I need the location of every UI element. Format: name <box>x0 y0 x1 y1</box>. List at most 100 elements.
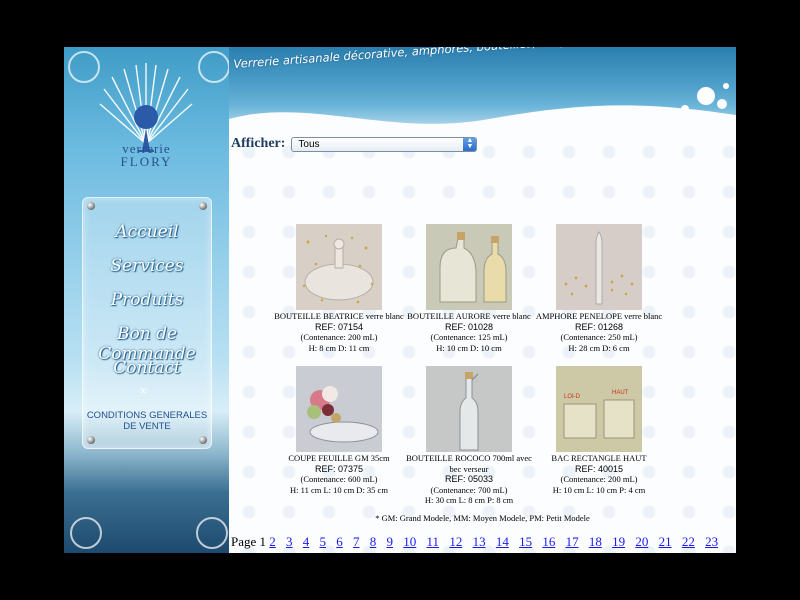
product-dimensions: H: 30 cm L: 8 cm P: 8 cm <box>424 495 514 505</box>
product-image[interactable] <box>556 224 642 310</box>
page-link-42[interactable]: 42 <box>650 550 663 553</box>
page-link-3[interactable]: 3 <box>286 534 293 549</box>
screw-icon <box>87 202 95 210</box>
product-image[interactable] <box>296 224 382 310</box>
page-link-18[interactable]: 18 <box>589 534 602 549</box>
product-name: BOUTEILLE ROCOCO 700ml avec bec verseur <box>406 453 532 474</box>
pagination: Page 1 2 3 4 5 6 7 8 9 10 11 12 13 14 15… <box>231 534 735 553</box>
page-link-2[interactable]: 2 <box>269 534 276 549</box>
page-link-16[interactable]: 16 <box>542 534 555 549</box>
page-link-44[interactable]: 44 <box>696 550 709 553</box>
page-link-9[interactable]: 9 <box>387 534 394 549</box>
category-select-value: Tous <box>298 138 320 150</box>
product-card: BOUTEILLE ROCOCO 700ml avec bec verseur … <box>404 366 534 506</box>
size-footnote: * GM: Grand Modele, MM: Moyen Modele, PM… <box>375 513 590 523</box>
filter-label: Afficher: <box>231 136 286 151</box>
page-link-26[interactable]: 26 <box>278 550 291 553</box>
page-link-32[interactable]: 32 <box>417 550 430 553</box>
product-name: BOUTEILLE BEATRICE verre blanc <box>274 311 404 321</box>
nav-item-accueil[interactable]: Accueil <box>83 222 211 242</box>
product-image[interactable] <box>296 366 382 452</box>
page-link-31[interactable]: 31 <box>394 550 407 553</box>
page-link-14[interactable]: 14 <box>496 534 509 549</box>
page-link-23[interactable]: 23 <box>705 534 718 549</box>
product-capacity: (Contenance: 600 mL) <box>300 474 378 484</box>
page-link-12[interactable]: 12 <box>449 534 462 549</box>
product-ref: REF: 40015 <box>574 463 624 474</box>
page-link-37[interactable]: 37 <box>533 550 546 553</box>
product-name: BAC RECTANGLE HAUT <box>551 453 647 463</box>
product-capacity: (Contenance: 700 mL) <box>430 484 508 495</box>
product-image[interactable] <box>426 224 512 310</box>
product-card: LOI-D HAUT BAC RECTANGLE HAUT REF: 40015… <box>534 366 664 495</box>
nav-item-services[interactable]: Services <box>83 256 211 276</box>
page-link-4[interactable]: 4 <box>303 534 310 549</box>
nav-item-contact[interactable]: Contact <box>83 358 211 378</box>
page-link-11[interactable]: 11 <box>427 534 440 549</box>
product-dimensions: H: 28 cm D: 6 cm <box>568 342 630 353</box>
bubble-icon <box>723 83 729 89</box>
page-link-35[interactable]: 35 <box>487 550 500 553</box>
product-image[interactable]: LOI-D HAUT <box>556 366 642 452</box>
product-ref: REF: 01268 <box>574 321 624 332</box>
page-link-20[interactable]: 20 <box>635 534 648 549</box>
product-name: AMPHORE PENELOPE verre blanc <box>535 311 663 321</box>
product-dimensions: H: 10 cm L: 10 cm P: 4 cm <box>552 484 646 495</box>
page-link-7[interactable]: 7 <box>353 534 360 549</box>
page-link-29[interactable]: 29 <box>347 550 360 553</box>
wave-decoration-icon <box>229 105 736 132</box>
product-card: COUPE FEUILLE GM 35cm REF: 07375 (Conten… <box>274 366 404 495</box>
page-link-5[interactable]: 5 <box>320 534 327 549</box>
main-content: Afficher: Tous ▲ ▼ BOUTEILLE BEATRICE ver… <box>229 132 736 553</box>
page-link-34[interactable]: 34 <box>464 550 477 553</box>
pagination-current: Page 1 <box>231 534 267 549</box>
page-link-25[interactable]: 25 <box>254 550 267 553</box>
product-capacity: (Contenance: 125 mL) <box>430 332 508 342</box>
page-link-38[interactable]: 38 <box>557 550 570 553</box>
product-name: BOUTEILLE AURORE verre blanc <box>407 311 531 321</box>
select-arrows-icon: ▲ ▼ <box>463 137 477 151</box>
page-link-22[interactable]: 22 <box>682 534 695 549</box>
page-link-43[interactable]: 43 <box>673 550 686 553</box>
page-link-30[interactable]: 30 <box>371 550 384 553</box>
cgv-link-line: DE VENTE <box>123 421 171 432</box>
page-link-15[interactable]: 15 <box>519 534 532 549</box>
header-tagline: Verrerie artisanale décorative, amphores… <box>233 47 736 71</box>
page-link-13[interactable]: 13 <box>473 534 486 549</box>
bubble-icon <box>717 99 727 109</box>
page-link-41[interactable]: 41 <box>626 550 639 553</box>
product-card: AMPHORE PENELOPE verre blanc REF: 01268 … <box>534 224 664 353</box>
page-link-10[interactable]: 10 <box>403 534 416 549</box>
page-link-40[interactable]: 40 <box>603 550 616 553</box>
image-label: HAUT <box>612 390 629 396</box>
nav-item-produits[interactable]: Produits <box>83 290 211 310</box>
page-link-17[interactable]: 17 <box>566 534 579 549</box>
ornament-icon: ∞ <box>139 383 148 397</box>
page-link-27[interactable]: 27 <box>301 550 314 553</box>
page-link-6[interactable]: 6 <box>336 534 343 549</box>
sidebar: verrerie FLORY Accueil Services Produits… <box>64 47 230 553</box>
swirl-ornament-icon <box>198 51 230 83</box>
swirl-ornament-icon <box>196 517 228 549</box>
page-link-24[interactable]: 24 <box>231 550 244 553</box>
page-link-39[interactable]: 39 <box>580 550 593 553</box>
page-link-28[interactable]: 28 <box>324 550 337 553</box>
product-card: BOUTEILLE AURORE verre blanc REF: 01028 … <box>404 224 534 353</box>
product-name: COUPE FEUILLE GM 35cm <box>288 453 390 463</box>
product-capacity: (Contenance: 250 mL) <box>560 332 638 342</box>
product-ref: REF: 05033 <box>444 474 494 484</box>
page-link-8[interactable]: 8 <box>370 534 377 549</box>
product-capacity: (Contenance: 200 mL) <box>560 474 638 484</box>
page-link-33[interactable]: 33 <box>440 550 453 553</box>
screw-icon <box>199 202 207 210</box>
product-card: BOUTEILLE BEATRICE verre blanc REF: 0715… <box>274 224 404 353</box>
page-link-19[interactable]: 19 <box>612 534 625 549</box>
category-select[interactable]: Tous ▲ ▼ <box>291 136 478 152</box>
page-link-36[interactable]: 36 <box>510 550 523 553</box>
cgv-link[interactable]: CONDITIONS GENERALES DE VENTE <box>83 410 211 432</box>
product-dimensions: H: 11 cm L: 10 cm D: 35 cm <box>290 484 388 495</box>
screw-icon <box>199 436 207 444</box>
page-link-21[interactable]: 21 <box>659 534 672 549</box>
product-image[interactable] <box>426 366 512 452</box>
bubble-icon <box>681 105 689 113</box>
